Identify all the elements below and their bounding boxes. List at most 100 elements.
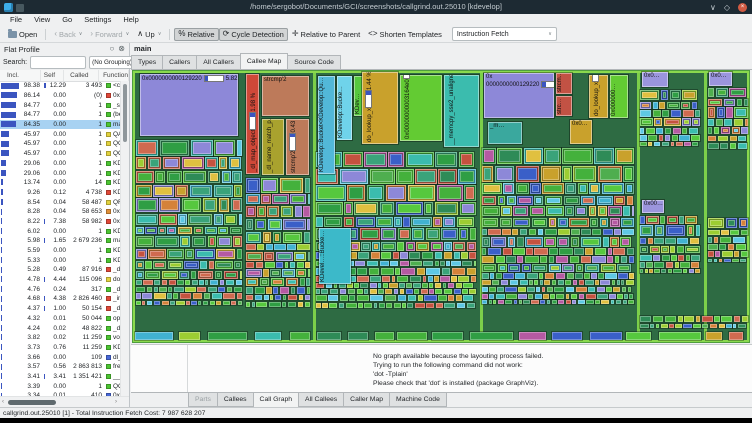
treemap-cell[interactable] (387, 187, 405, 199)
vertical-scrollbar[interactable] (120, 81, 129, 397)
treemap-cell[interactable] (434, 252, 443, 260)
column-called[interactable]: Called (64, 70, 100, 81)
treemap-cell[interactable] (499, 266, 505, 270)
treemap-cell[interactable] (544, 185, 562, 193)
table-row[interactable]: 4.24 0.02 48 822_dl_catch_ (0, 323, 121, 333)
treemap-cell[interactable] (138, 262, 142, 268)
treemap-cell[interactable] (303, 231, 310, 243)
treemap-cell[interactable] (356, 289, 363, 294)
treemap-cell[interactable] (525, 150, 541, 163)
treemap-cell[interactable] (246, 287, 254, 294)
treemap-cell[interactable] (397, 332, 428, 340)
treemap-cell[interactable] (402, 302, 406, 308)
treemap-cell[interactable] (393, 302, 401, 308)
treemap-cell[interactable] (623, 206, 631, 217)
treemap-cell[interactable] (668, 103, 678, 107)
column-function[interactable]: Function (99, 70, 129, 81)
treemap-box-20[interactable]: 0x00… (642, 200, 664, 213)
treemap-cell[interactable] (653, 142, 661, 146)
treemap-cell[interactable] (220, 200, 228, 211)
treemap-cell[interactable] (264, 262, 275, 268)
table-row[interactable]: 8.22 7.38 58 9820x00000000000 (0, 217, 121, 227)
treemap-cell[interactable] (427, 276, 433, 282)
treemap-cell[interactable] (555, 273, 566, 279)
treemap-cell[interactable] (349, 295, 356, 302)
treemap-cell[interactable] (626, 248, 634, 255)
treemap-cell[interactable] (443, 289, 453, 294)
treemap-cell[interactable] (733, 119, 744, 126)
relative-to-parent-toggle[interactable]: ✛ Relative to Parent (288, 28, 364, 41)
treemap-cell[interactable] (640, 110, 652, 117)
treemap-cell[interactable] (523, 300, 530, 305)
treemap-cell[interactable] (389, 283, 398, 288)
treemap-cell[interactable] (523, 266, 529, 270)
treemap-cell[interactable] (501, 219, 510, 226)
treemap-box-5[interactable]: KDevelop::Bucket<KDevelop::Qu… (318, 76, 335, 174)
treemap-cell[interactable] (631, 206, 634, 217)
treemap-cell[interactable] (176, 300, 185, 306)
treemap-cell[interactable] (695, 269, 700, 274)
treemap-cell[interactable] (669, 323, 674, 328)
treemap-cell[interactable] (536, 286, 541, 293)
treemap-cell[interactable] (565, 300, 571, 305)
treemap-cell[interactable] (463, 283, 473, 288)
treemap-cell[interactable] (236, 262, 240, 268)
treemap-cell[interactable] (153, 293, 166, 300)
treemap-cell[interactable] (650, 323, 655, 328)
treemap-cell[interactable] (506, 256, 516, 263)
treemap-cell[interactable] (715, 119, 723, 126)
treemap-cell[interactable] (661, 269, 667, 274)
treemap-cell[interactable] (586, 300, 594, 305)
treemap-cell[interactable] (316, 332, 342, 340)
treemap-cell[interactable] (170, 300, 175, 306)
treemap-cell[interactable] (722, 129, 729, 133)
treemap-cell[interactable] (426, 267, 440, 275)
treemap-cell[interactable] (292, 196, 305, 203)
treemap-cell[interactable] (303, 205, 310, 218)
treemap-cell[interactable] (458, 276, 469, 282)
treemap-box-19[interactable]: 0x0… (642, 72, 668, 87)
treemap-cell[interactable] (416, 267, 425, 275)
table-row[interactable]: 29.06 0.00 1KDevelop:: (0, 168, 121, 178)
treemap-cell[interactable] (702, 323, 709, 328)
treemap-box-0[interactable]: 0x0000000000129220 5.82 % (140, 74, 238, 136)
treemap-cell[interactable] (719, 244, 727, 250)
treemap-cell[interactable] (508, 197, 514, 203)
treemap-cell[interactable] (209, 300, 215, 306)
treemap-cell[interactable] (216, 142, 234, 154)
treemap-cell[interactable] (544, 280, 551, 286)
treemap-cell[interactable] (656, 120, 661, 125)
treemap-cell[interactable] (168, 172, 180, 182)
tab-all-callees[interactable]: All Callees (298, 393, 345, 407)
treemap-cell[interactable] (616, 197, 624, 203)
treemap-cell[interactable] (499, 197, 504, 203)
treemap-cell[interactable] (207, 332, 248, 340)
treemap-cell[interactable] (708, 142, 719, 149)
treemap-cell[interactable] (390, 260, 398, 267)
treemap-cell[interactable] (469, 252, 476, 260)
treemap-cell[interactable] (607, 248, 612, 255)
treemap-cell[interactable] (347, 332, 369, 340)
treemap-cell[interactable] (740, 229, 748, 236)
treemap-cell[interactable] (616, 280, 620, 286)
treemap-cell[interactable] (382, 276, 391, 282)
treemap-cell[interactable] (692, 142, 699, 146)
treemap-cell[interactable] (161, 142, 188, 154)
treemap-cell[interactable] (741, 316, 748, 323)
treemap-cell[interactable] (729, 135, 737, 142)
treemap-cell[interactable] (503, 273, 514, 279)
treemap-cell[interactable] (383, 230, 395, 239)
treemap-cell[interactable] (565, 286, 575, 293)
table-row[interactable]: 4.76 0.24 317_dl_relocat (0, 284, 121, 294)
treemap-cell[interactable] (726, 323, 732, 328)
treemap-cell[interactable] (307, 218, 310, 231)
treemap-cell[interactable] (255, 332, 282, 340)
treemap-cell[interactable] (588, 286, 596, 293)
treemap-cell[interactable] (688, 269, 694, 274)
treemap-cell[interactable] (610, 300, 615, 305)
treemap-cell[interactable] (462, 260, 473, 267)
treemap-cell[interactable] (512, 228, 519, 236)
treemap-cell[interactable] (609, 293, 616, 299)
treemap-cell[interactable] (351, 243, 358, 249)
treemap-cell[interactable] (586, 266, 598, 270)
